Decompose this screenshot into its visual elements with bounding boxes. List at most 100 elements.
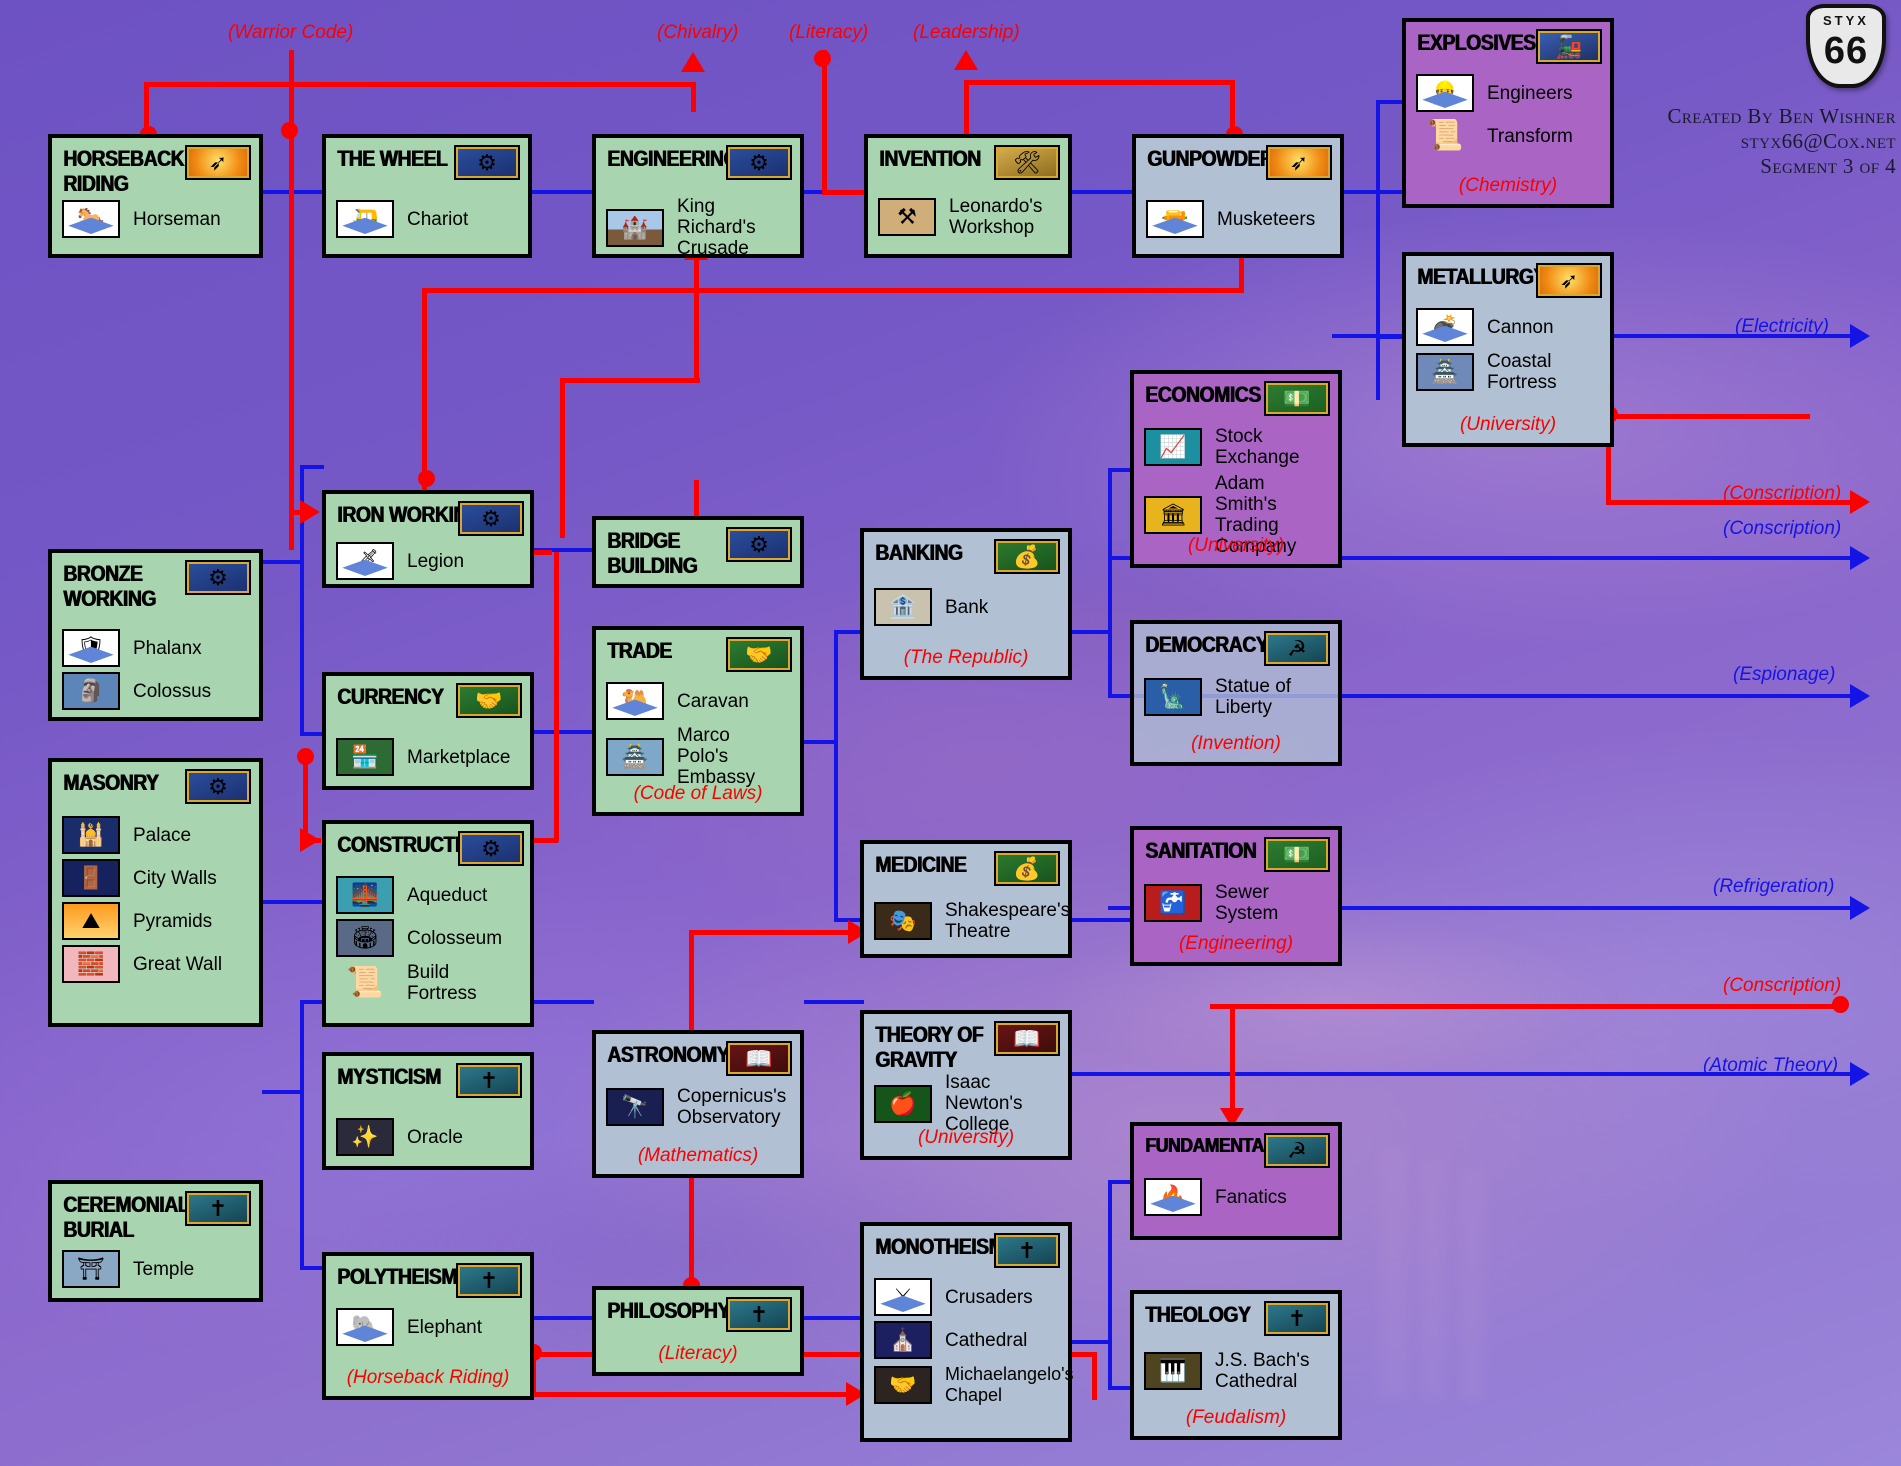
tech-box-iron-working[interactable]: IRON WORKING ⚙ 🗡 Legion: [322, 490, 534, 588]
musketeers-unit-icon: 🔫: [1146, 200, 1204, 238]
adam-smith-icon: 🏛: [1144, 496, 1202, 534]
caravan-unit-icon: 🐫: [606, 682, 664, 720]
tech-item: 👷 Engineers: [1416, 74, 1602, 112]
link-masonry-construction: [262, 900, 324, 904]
tech-box-masonry[interactable]: MASONRY ⚙ 🕌 Palace 🚪 City Walls ⛰ Pyrami…: [48, 758, 263, 1027]
palace-icon: 🕌: [62, 816, 120, 854]
red-poly-mono-v: [1092, 1352, 1097, 1400]
tech-box-theology[interactable]: THEOLOGY ✝ 🎹 J.S. Bach's Cathedral (Feud…: [1130, 1290, 1342, 1440]
link-wheel-engineering: [532, 190, 592, 194]
tech-name: MEDICINE: [875, 852, 967, 877]
red-bridge-feed-h: [560, 378, 700, 383]
michaelangelo-icon: 🤝: [874, 1366, 932, 1404]
link-astronomy-gravity: [804, 1000, 864, 1004]
trade-hand-icon: 🤝: [726, 637, 792, 672]
tech-item: 🛡 Phalanx: [62, 629, 251, 667]
tech-box-metallurgy[interactable]: METALLURGY ➶ 💣 Cannon 🏯 Coastal Fortress…: [1402, 252, 1614, 447]
cross-icon: ✝: [456, 1263, 522, 1298]
tech-box-astronomy[interactable]: ASTRONOMY 📖 🔭 Copernicus's Observatory (…: [592, 1030, 804, 1178]
tech-item: 🍎 Isaac Newton's College: [874, 1072, 1060, 1135]
tech-item-label: Sewer System: [1215, 882, 1279, 924]
right-label-atomic-theory: (Atomic Theory): [1703, 1055, 1839, 1076]
styx-66-logo: STYX 66: [1806, 4, 1886, 88]
tech-item: 📜 Transform: [1416, 117, 1602, 155]
out-electricity-arrow: [1850, 324, 1870, 348]
tech-box-sanitation[interactable]: SANITATION 💵 🚰 Sewer System (Engineering…: [1130, 826, 1342, 966]
bronze-cart-icon: ⚙: [458, 501, 524, 536]
tech-item: 🏪 Marketplace: [336, 738, 522, 776]
tech-item-label: Cathedral: [945, 1329, 1028, 1351]
link-currency-trade: [532, 730, 594, 734]
tech-item: 💣 Cannon: [1416, 308, 1602, 346]
tech-box-bronze-working[interactable]: BRONZE WORKING ⚙ 🛡 Phalanx 🗿 Colossus: [48, 549, 263, 721]
link-vert-ceremonial: [300, 1000, 304, 1270]
tech-box-ceremonial-burial[interactable]: CEREMONIAL BURIAL ✝ ⛩ Temple: [48, 1180, 263, 1302]
right-label-espionage: (Espionage): [1733, 664, 1836, 685]
link-polytheism-philosophy: [532, 1316, 594, 1320]
tech-item: 📈 Stock Exchange: [1144, 426, 1330, 468]
cannon-unit-icon: 💣: [1416, 308, 1474, 346]
tech-box-polytheism[interactable]: POLYTHEISM ✝ 🐘 Elephant (Horseback Ridin…: [322, 1252, 534, 1400]
background-ghost-1: [1380, 1150, 1408, 1400]
tech-box-economics[interactable]: ECONOMICS 💵 📈 Stock Exchange 🏛 Adam Smit…: [1130, 370, 1342, 568]
tech-name: BRIDGE BUILDING: [607, 528, 698, 578]
tech-box-philosophy[interactable]: PHILOSOPHY ✝ (Literacy): [592, 1286, 804, 1376]
right-label-conscription-red-1: (Conscription): [1723, 483, 1842, 504]
tech-item-label: Colossus: [133, 680, 212, 702]
tech-name: BRONZE WORKING: [63, 561, 156, 611]
link-to-banking: [834, 630, 860, 634]
red-poly-mono-h2: [531, 1392, 851, 1397]
fanatics-unit-icon: 🔥: [1144, 1178, 1202, 1216]
tech-item: 🕌 Palace: [62, 816, 251, 854]
tech-name: METALLURGY: [1417, 264, 1546, 289]
red-leadership-line: [964, 80, 1234, 85]
tech-requirement: (University): [917, 1127, 1015, 1148]
tech-item-label: Bank: [945, 596, 989, 618]
out-refrigeration-arrow: [1850, 896, 1870, 920]
red-chivalry-line: [144, 82, 694, 87]
tech-name: GUNPOWDER: [1147, 146, 1274, 171]
red-dot-ironworking: [418, 470, 435, 487]
bronze-cart-icon: ⚙: [458, 831, 524, 866]
tech-box-monotheism[interactable]: MONOTHEISM ✝ ⚔ Crusaders ⛪ Cathedral 🤝 M…: [860, 1222, 1074, 1442]
tech-box-engineering[interactable]: ENGINEERING ⚙ 🏰 King Richard's Crusade: [592, 134, 804, 259]
red-gunpowder-feed-line: [422, 288, 1244, 293]
tech-box-construction[interactable]: CONSTRUCTION ⚙ 🌉 Aqueduct 🏟 Colosseum 📜 …: [322, 820, 534, 1027]
red-dot-conscription-in: [1832, 996, 1849, 1013]
tech-requirement: (University): [1187, 535, 1285, 556]
tech-item: ⛰ Pyramids: [62, 902, 251, 940]
tech-box-theory-of-gravity[interactable]: THEORY OF GRAVITY 📖 🍎 Isaac Newton's Col…: [860, 1010, 1072, 1160]
red-gunpowder-feed-down: [422, 288, 427, 494]
tech-box-medicine[interactable]: MEDICINE 💰 🎭 Shakespeare's Theatre: [860, 840, 1072, 958]
tech-box-horseback-riding[interactable]: HORSEBACK RIDING ➶ 🐎 Horseman: [48, 134, 263, 258]
tech-box-mysticism[interactable]: MYSTICISM ✝ ✨ Oracle: [322, 1052, 534, 1170]
tech-item-label: Great Wall: [133, 953, 223, 975]
tech-box-democracy[interactable]: DEMOCRACY ☭ 🗽 Statue of Liberty (Inventi…: [1130, 620, 1342, 766]
red-leadership-arrow: [954, 50, 978, 70]
tech-box-invention[interactable]: INVENTION 🛠 ⚒ Leonardo's Workshop: [864, 134, 1072, 258]
out-espionage-arrow: [1850, 684, 1870, 708]
link-to-polytheism: [300, 1266, 324, 1270]
cross-icon: ✝: [1264, 1301, 1330, 1336]
scroll-icon: 📜: [346, 966, 384, 999]
tech-box-currency[interactable]: CURRENCY 🤝 🏪 Marketplace: [322, 672, 534, 790]
tech-box-gunpowder[interactable]: GUNPOWDER ➶ 🔫 Musketeers: [1132, 134, 1344, 258]
tech-item-label: Temple: [133, 1258, 195, 1280]
credit-segment: Segment 3 of 4: [1760, 154, 1896, 178]
tech-box-fundamentalism[interactable]: FUNDAMENTALISM ☭ 🔥 Fanatics: [1130, 1122, 1342, 1240]
cathedral-icon: ⛪: [874, 1321, 932, 1359]
tech-box-trade[interactable]: TRADE 🤝 🐫 Caravan 🏯 Marco Polo's Embassy…: [592, 626, 804, 816]
tech-box-explosives[interactable]: EXPLOSIVES 🚂 👷 Engineers 📜 Transform (Ch…: [1402, 18, 1614, 208]
shakespeare-icon: 🎭: [874, 902, 932, 940]
tech-item-label: Pyramids: [133, 910, 213, 932]
tech-box-bridge-building[interactable]: BRIDGE BUILDING ⚙: [592, 516, 804, 588]
red-dot-literacy: [814, 50, 831, 67]
red-ironworking-in-h: [289, 510, 315, 515]
red-engineering-feed-v: [694, 260, 699, 380]
pyramids-icon: ⛰: [62, 902, 120, 940]
chariot-unit-icon: 🛺: [336, 200, 394, 238]
tech-box-the-wheel[interactable]: THE WHEEL ⚙ 🛺 Chariot: [322, 134, 532, 258]
link-to-explosives: [1376, 100, 1402, 104]
tech-box-banking[interactable]: BANKING 💰 🏦 Bank (The Republic): [860, 528, 1072, 680]
tech-item: ⚒ Leonardo's Workshop: [878, 196, 1060, 238]
